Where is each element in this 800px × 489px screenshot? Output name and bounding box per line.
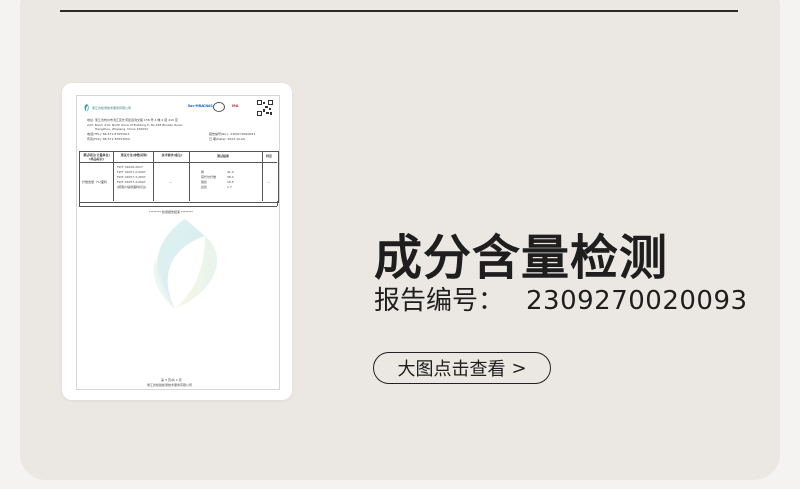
result-value-2: 38.4 bbox=[227, 175, 234, 179]
page-info: 第 3 页/共 4 页 bbox=[161, 378, 182, 382]
th-result: 测试结果 bbox=[217, 154, 230, 158]
result-name-4: 氨纶 bbox=[201, 185, 208, 189]
report-number-label: 报告编号： bbox=[374, 286, 505, 316]
cnas-mark: CNAS bbox=[203, 104, 213, 108]
tel-line: 电话(TEL): 86-571-87653011 bbox=[87, 132, 130, 136]
report-number-line: 报告编号： 2309270020093 bbox=[374, 280, 748, 317]
th-item: 测试项目(计量单位)(样品标识) bbox=[83, 153, 110, 161]
report-thumbnail[interactable]: 浙江省检测技术服务有限公司 ilac-MRA CNAS MA 地址: 浙江省杭州… bbox=[62, 83, 292, 400]
view-large-image-button[interactable]: 大图点击查看 > bbox=[373, 352, 551, 384]
report-header-org: 浙江省检测技术服务有限公司 bbox=[92, 106, 132, 110]
method-2: FZ/T 01057.2-2007 bbox=[117, 170, 146, 174]
method-5: (按客户提供面料标注) bbox=[117, 185, 147, 189]
method-4: FZ/T 01057.4-2007 bbox=[117, 180, 146, 184]
seal-icon bbox=[213, 102, 225, 112]
judgement-value: — bbox=[267, 180, 270, 184]
view-button-label: 大图点击查看 bbox=[397, 359, 506, 380]
address-en-2: Hangzhou, Zhejiang, China 310052 bbox=[95, 127, 149, 131]
row-sample: 面料 bbox=[101, 180, 108, 184]
ma-mark: MA bbox=[232, 104, 239, 108]
result-name-2: 莫代尔纤维 bbox=[201, 175, 217, 179]
company-logo-icon bbox=[84, 104, 90, 112]
fax-line: 传真(FAX): 86-571-87653050 bbox=[87, 137, 130, 141]
date-line: 日 期(Date): 2023-10-09 bbox=[209, 137, 245, 141]
top-divider bbox=[60, 10, 738, 12]
qr-code-icon bbox=[257, 100, 273, 116]
result-name-3: 锦纶 bbox=[201, 180, 208, 184]
requirement-value: — bbox=[169, 180, 172, 184]
ilac-mark: ilac-MRA bbox=[188, 104, 204, 108]
page-title: 成分含量检测 bbox=[374, 230, 669, 286]
result-value-4: 1.7 bbox=[227, 185, 232, 189]
test-report-document: 浙江省检测技术服务有限公司 ilac-MRA CNAS MA 地址: 浙江省杭州… bbox=[76, 95, 280, 390]
th-judgement: 判定 bbox=[266, 154, 273, 158]
method-3: FZ/T 01057.3-2007 bbox=[117, 175, 146, 179]
result-name-1: 棉 bbox=[201, 170, 205, 174]
result-value-3: 18.5 bbox=[227, 180, 234, 184]
report-number-value: 2309270020093 bbox=[526, 286, 748, 316]
row-item: 纤维含量（%） bbox=[82, 180, 103, 184]
footer-org: 浙江省检验检测技术服务有限公司 bbox=[147, 383, 193, 387]
result-value-1: 41.4 bbox=[227, 170, 234, 174]
th-method: 测试方法(参数说明) bbox=[120, 153, 148, 157]
watermark-logo-icon bbox=[153, 219, 218, 309]
address-line: 地址: 浙江省杭州市滨江区长河街道滨文路 158 号 4 幢 4 层 410 室 bbox=[87, 118, 178, 122]
th-requirement: 技术要求(备注) bbox=[161, 153, 183, 157]
report-no-line: 报告编号(No.): 2309270020093 bbox=[209, 132, 256, 136]
chevron-right-icon: > bbox=[511, 357, 527, 379]
method-1: FZ/T 01026-2017 bbox=[117, 165, 143, 169]
